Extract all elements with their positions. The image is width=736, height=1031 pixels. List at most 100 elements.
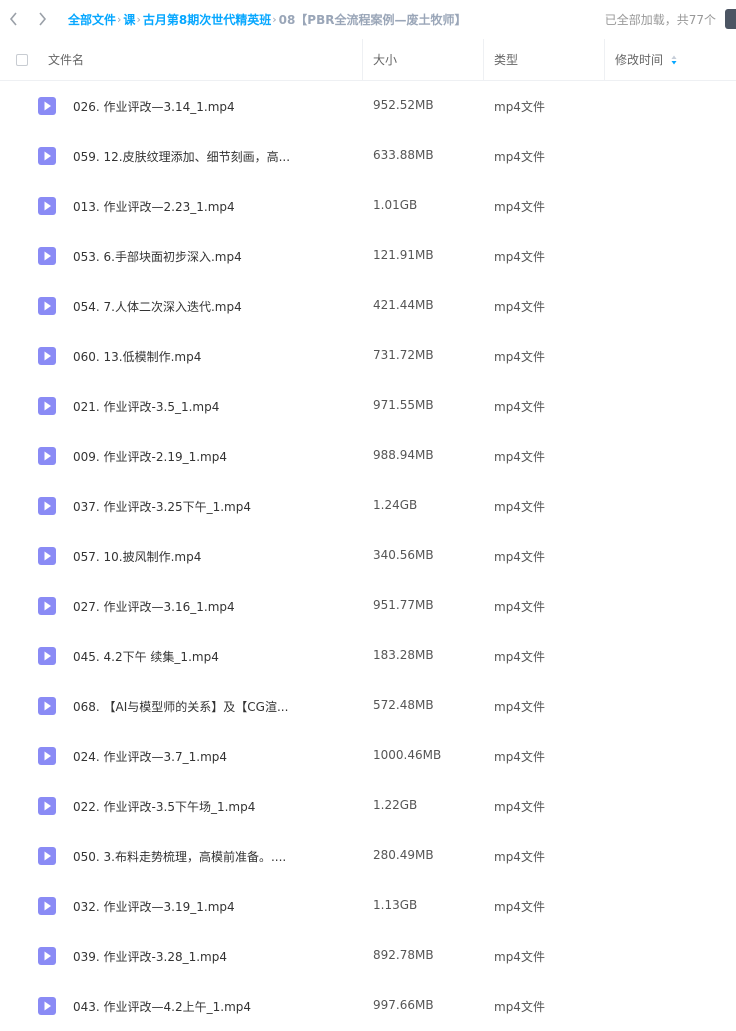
file-name[interactable]: 032. 作业评改—3.19_1.mp4 [73, 898, 235, 915]
file-type: mp4文件 [494, 100, 545, 114]
file-type: mp4文件 [494, 900, 545, 914]
file-size: 1000.46MB [373, 748, 442, 762]
file-type: mp4文件 [494, 800, 545, 814]
file-row[interactable]: 026. 作业评改—3.14_1.mp4 952.52MB mp4文件 [0, 81, 736, 131]
breadcrumb-separator-icon: › [272, 12, 277, 26]
file-size: 421.44MB [373, 298, 434, 312]
file-size: 731.72MB [373, 348, 434, 362]
file-name[interactable]: 026. 作业评改—3.14_1.mp4 [73, 98, 235, 115]
file-row[interactable]: 021. 作业评改-3.5_1.mp4 971.55MB mp4文件 [0, 381, 736, 431]
file-type: mp4文件 [494, 700, 545, 714]
file-size: 633.88MB [373, 148, 434, 162]
file-name[interactable]: 059. 12.皮肤纹理添加、细节刻画，高... [73, 148, 290, 165]
file-size: 572.48MB [373, 698, 434, 712]
file-row[interactable]: 050. 3.布料走势梳理，高模前准备。.... 280.49MB mp4文件 [0, 831, 736, 881]
column-header-size-label: 大小 [373, 53, 398, 67]
file-type: mp4文件 [494, 500, 545, 514]
top-bar: 全部文件 › 课 › 古月第8期次世代精英班 › 08【PBR全流程案例—废土牧… [0, 0, 736, 38]
file-row[interactable]: 009. 作业评改-2.19_1.mp4 988.94MB mp4文件 [0, 431, 736, 481]
file-size: 1.13GB [373, 898, 418, 912]
column-header-type[interactable]: 类型 [494, 39, 604, 80]
file-name[interactable]: 057. 10.披风制作.mp4 [73, 548, 201, 565]
file-name[interactable]: 043. 作业评改—4.2上午_1.mp4 [73, 998, 251, 1015]
file-size: 1.24GB [373, 498, 418, 512]
file-type: mp4文件 [494, 350, 545, 364]
file-row[interactable]: 057. 10.披风制作.mp4 340.56MB mp4文件 [0, 531, 736, 581]
file-type: mp4文件 [494, 950, 545, 964]
video-file-icon [37, 446, 57, 466]
file-name[interactable]: 053. 6.手部块面初步深入.mp4 [73, 248, 242, 265]
file-name[interactable]: 027. 作业评改—3.16_1.mp4 [73, 598, 235, 615]
video-file-icon [37, 646, 57, 666]
video-file-icon [37, 346, 57, 366]
file-type: mp4文件 [494, 850, 545, 864]
video-file-icon [37, 896, 57, 916]
file-size: 997.66MB [373, 998, 434, 1012]
column-header-type-label: 类型 [494, 53, 519, 67]
file-row[interactable]: 043. 作业评改—4.2上午_1.mp4 997.66MB mp4文件 [0, 981, 736, 1031]
file-name[interactable]: 013. 作业评改—2.23_1.mp4 [73, 198, 235, 215]
breadcrumb-separator-icon: › [117, 12, 122, 26]
breadcrumb-item-all-files[interactable]: 全部文件 [68, 11, 116, 28]
side-panel-tab[interactable] [725, 9, 736, 29]
file-row[interactable]: 045. 4.2下午 续集_1.mp4 183.28MB mp4文件 [0, 631, 736, 681]
column-header-modified-label: 修改时间 [615, 53, 664, 67]
breadcrumb-separator-icon: › [136, 12, 141, 26]
file-type: mp4文件 [494, 250, 545, 264]
video-file-icon [37, 246, 57, 266]
file-name[interactable]: 060. 13.低模制作.mp4 [73, 348, 201, 365]
column-header-name-label: 文件名 [48, 53, 85, 67]
forward-arrow-icon[interactable] [32, 9, 52, 29]
file-type: mp4文件 [494, 600, 545, 614]
file-name[interactable]: 021. 作业评改-3.5_1.mp4 [73, 398, 219, 415]
video-file-icon [37, 96, 57, 116]
file-name[interactable]: 045. 4.2下午 续集_1.mp4 [73, 648, 219, 665]
file-name[interactable]: 022. 作业评改-3.5下午场_1.mp4 [73, 798, 255, 815]
video-file-icon [37, 946, 57, 966]
video-file-icon [37, 996, 57, 1016]
file-row[interactable]: 037. 作业评改-3.25下午_1.mp4 1.24GB mp4文件 [0, 481, 736, 531]
video-file-icon [37, 596, 57, 616]
file-row[interactable]: 053. 6.手部块面初步深入.mp4 121.91MB mp4文件 [0, 231, 736, 281]
file-name[interactable]: 009. 作业评改-2.19_1.mp4 [73, 448, 227, 465]
video-file-icon [37, 546, 57, 566]
breadcrumb: 全部文件 › 课 › 古月第8期次世代精英班 › 08【PBR全流程案例—废土牧… [68, 11, 467, 28]
column-header-modified[interactable]: 修改时间 [615, 39, 725, 80]
file-row[interactable]: 068. 【AI与模型师的关系】及【CG渲... 572.48MB mp4文件 [0, 681, 736, 731]
file-row[interactable]: 027. 作业评改—3.16_1.mp4 951.77MB mp4文件 [0, 581, 736, 631]
video-file-icon [37, 746, 57, 766]
file-name[interactable]: 037. 作业评改-3.25下午_1.mp4 [73, 498, 251, 515]
column-header-name[interactable]: 文件名 [48, 39, 362, 80]
file-name[interactable]: 024. 作业评改—3.7_1.mp4 [73, 748, 227, 765]
video-file-icon [37, 196, 57, 216]
file-size: 952.52MB [373, 98, 434, 112]
file-row[interactable]: 013. 作业评改—2.23_1.mp4 1.01GB mp4文件 [0, 181, 736, 231]
breadcrumb-item-course[interactable]: 课 [123, 11, 135, 28]
file-type: mp4文件 [494, 400, 545, 414]
breadcrumb-item-class[interactable]: 古月第8期次世代精英班 [143, 11, 271, 28]
select-all-checkbox-cell [16, 39, 36, 80]
file-row[interactable]: 039. 作业评改-3.28_1.mp4 892.78MB mp4文件 [0, 931, 736, 981]
file-type: mp4文件 [494, 650, 545, 664]
video-file-icon [37, 696, 57, 716]
file-row[interactable]: 024. 作业评改—3.7_1.mp4 1000.46MB mp4文件 [0, 731, 736, 781]
column-header-size[interactable]: 大小 [373, 39, 483, 80]
file-name[interactable]: 050. 3.布料走势梳理，高模前准备。.... [73, 848, 286, 865]
file-row[interactable]: 022. 作业评改-3.5下午场_1.mp4 1.22GB mp4文件 [0, 781, 736, 831]
file-name[interactable]: 068. 【AI与模型师的关系】及【CG渲... [73, 698, 288, 715]
file-list-header: 文件名 大小 类型 修改时间 [0, 39, 736, 81]
file-size: 1.01GB [373, 198, 418, 212]
file-row[interactable]: 059. 12.皮肤纹理添加、细节刻画，高... 633.88MB mp4文件 [0, 131, 736, 181]
file-name[interactable]: 039. 作业评改-3.28_1.mp4 [73, 948, 227, 965]
file-row[interactable]: 032. 作业评改—3.19_1.mp4 1.13GB mp4文件 [0, 881, 736, 931]
file-type: mp4文件 [494, 300, 545, 314]
video-file-icon [37, 296, 57, 316]
file-row[interactable]: 060. 13.低模制作.mp4 731.72MB mp4文件 [0, 331, 736, 381]
sort-icon[interactable] [671, 55, 677, 65]
file-row[interactable]: 054. 7.人体二次深入迭代.mp4 421.44MB mp4文件 [0, 281, 736, 331]
file-size: 988.94MB [373, 448, 434, 462]
back-arrow-icon[interactable] [4, 9, 24, 29]
select-all-checkbox[interactable] [16, 53, 28, 66]
file-type: mp4文件 [494, 750, 545, 764]
file-name[interactable]: 054. 7.人体二次深入迭代.mp4 [73, 298, 242, 315]
